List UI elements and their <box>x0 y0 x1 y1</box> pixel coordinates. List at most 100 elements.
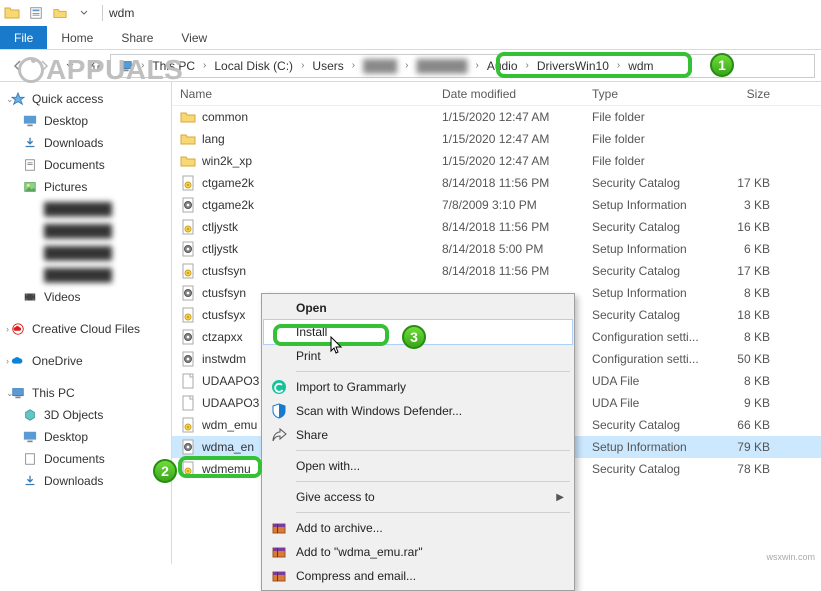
sidebar-3dobjects[interactable]: 3D Objects <box>0 404 171 426</box>
col-name[interactable]: Name <box>172 87 442 101</box>
table-row[interactable]: ctgame2k7/8/2009 3:10 PMSetup Informatio… <box>172 194 821 216</box>
chevron-down-icon[interactable]: ⌄ <box>6 388 14 399</box>
recent-button[interactable] <box>58 54 82 78</box>
sidebar-redacted-3[interactable]: ████████ <box>0 242 171 264</box>
cm-addarchive[interactable]: Add to archive... <box>264 516 572 540</box>
file-name: ctgame2k <box>202 176 254 190</box>
sidebar-downloads2[interactable]: Downloads <box>0 470 171 492</box>
file-name: ctzapxx <box>202 330 243 344</box>
sidebar-documents[interactable]: Documents <box>0 154 171 176</box>
file-size: 50 KB <box>720 352 780 366</box>
file-date: 1/15/2020 12:47 AM <box>442 110 592 124</box>
file-icon <box>180 351 196 367</box>
crumb-redacted-2[interactable]: ██████ <box>410 59 473 73</box>
file-type: File folder <box>592 132 720 146</box>
sidebar-quick-access[interactable]: ⌄ Quick access <box>0 88 171 110</box>
sidebar-documents2[interactable]: Documents <box>0 448 171 470</box>
annotation-box-2 <box>178 456 262 478</box>
chevron-down-icon[interactable]: ⌄ <box>6 94 14 105</box>
videos-icon <box>22 289 38 305</box>
share-icon <box>270 426 288 444</box>
table-row[interactable]: common1/15/2020 12:47 AMFile folder <box>172 106 821 128</box>
sidebar-pictures[interactable]: Pictures <box>0 176 171 198</box>
crumb-pc-icon[interactable] <box>113 59 139 73</box>
file-icon <box>180 241 196 257</box>
cm-addrar[interactable]: Add to "wdma_emu.rar" <box>264 540 572 564</box>
file-type: Security Catalog <box>592 220 720 234</box>
sidebar-onedrive[interactable]: ›OneDrive <box>0 350 171 372</box>
file-name: win2k_xp <box>202 154 252 168</box>
file-icon <box>180 197 196 213</box>
sidebar: ⌄ Quick access Desktop Downloads Documen… <box>0 82 172 564</box>
table-row[interactable]: win2k_xp 1/15/2020 12:47 AMFile folder <box>172 150 821 172</box>
sidebar-redacted-4[interactable]: ████████ <box>0 264 171 286</box>
file-type: Setup Information <box>592 198 720 212</box>
file-date: 8/14/2018 11:56 PM <box>442 176 592 190</box>
forward-button[interactable] <box>32 54 56 78</box>
file-name: UDAAPO3 <box>202 374 259 388</box>
file-type: File folder <box>592 154 720 168</box>
file-name: wdma_en <box>202 440 254 454</box>
col-date[interactable]: Date modified <box>442 87 592 101</box>
cm-open[interactable]: Open <box>264 296 572 320</box>
sidebar-redacted-2[interactable]: ████████ <box>0 220 171 242</box>
cm-grammarly[interactable]: Import to Grammarly <box>264 375 572 399</box>
col-size[interactable]: Size <box>720 87 780 101</box>
tab-share[interactable]: Share <box>107 26 167 49</box>
file-size: 9 KB <box>720 396 780 410</box>
sidebar-desktop[interactable]: Desktop <box>0 110 171 132</box>
file-date: 1/15/2020 12:47 AM <box>442 154 592 168</box>
sidebar-thispc[interactable]: ⌄This PC <box>0 382 171 404</box>
new-folder-icon[interactable] <box>52 5 68 21</box>
cm-share[interactable]: Share <box>264 423 572 447</box>
sidebar-desktop2[interactable]: Desktop <box>0 426 171 448</box>
winrar-icon <box>270 543 288 561</box>
file-icon <box>180 153 196 169</box>
file-name: ctusfsyn <box>202 264 246 278</box>
sidebar-downloads[interactable]: Downloads <box>0 132 171 154</box>
sidebar-creativecloud[interactable]: ›Creative Cloud Files <box>0 318 171 340</box>
chevron-right-icon[interactable]: › <box>6 356 9 366</box>
tab-view[interactable]: View <box>167 26 221 49</box>
crumb-thispc[interactable]: This PC <box>146 59 201 73</box>
file-size: 78 KB <box>720 462 780 476</box>
file-icon <box>180 285 196 301</box>
file-size: 8 KB <box>720 286 780 300</box>
table-row[interactable]: ctljystk8/14/2018 5:00 PMSetup Informati… <box>172 238 821 260</box>
crumb-users[interactable]: Users <box>306 59 349 73</box>
file-icon <box>180 417 196 433</box>
crumb-localdisk[interactable]: Local Disk (C:) <box>208 59 299 73</box>
mouse-cursor-icon <box>330 336 344 359</box>
file-icon <box>180 373 196 389</box>
desktop-icon <box>22 113 38 129</box>
downloads-icon <box>22 473 38 489</box>
cm-compressemail[interactable]: Compress and email... <box>264 564 572 588</box>
file-size: 66 KB <box>720 418 780 432</box>
col-type[interactable]: Type <box>592 87 720 101</box>
cm-defender[interactable]: Scan with Windows Defender... <box>264 399 572 423</box>
sidebar-redacted-1[interactable]: ████████ <box>0 198 171 220</box>
file-type: UDA File <box>592 374 720 388</box>
cm-giveaccess[interactable]: Give access to▶ <box>264 485 572 509</box>
annotation-badge-2: 2 <box>153 459 177 483</box>
properties-icon[interactable] <box>28 5 44 21</box>
tab-home[interactable]: Home <box>47 26 107 49</box>
table-row[interactable]: ctusfsyn8/14/2018 11:56 PMSecurity Catal… <box>172 260 821 282</box>
table-row[interactable]: lang1/15/2020 12:47 AMFile folder <box>172 128 821 150</box>
up-button[interactable] <box>84 54 108 78</box>
qat-dropdown-icon[interactable] <box>76 5 92 21</box>
file-type: Security Catalog <box>592 462 720 476</box>
table-row[interactable]: ctljystk8/14/2018 11:56 PMSecurity Catal… <box>172 216 821 238</box>
table-row[interactable]: ctgame2k8/14/2018 11:56 PMSecurity Catal… <box>172 172 821 194</box>
crumb-redacted[interactable]: ████ <box>357 59 403 73</box>
onedrive-icon <box>10 353 26 369</box>
tab-file[interactable]: File <box>0 26 47 49</box>
nav-bar: › This PC › Local Disk (C:) › Users › ██… <box>0 50 821 82</box>
grammarly-icon <box>270 378 288 396</box>
column-headers[interactable]: Name Date modified Type Size <box>172 82 821 106</box>
sidebar-videos[interactable]: Videos <box>0 286 171 308</box>
chevron-right-icon[interactable]: › <box>6 324 9 334</box>
back-button[interactable] <box>6 54 30 78</box>
cm-openwith[interactable]: Open with... <box>264 454 572 478</box>
file-name: ctgame2k <box>202 198 254 212</box>
